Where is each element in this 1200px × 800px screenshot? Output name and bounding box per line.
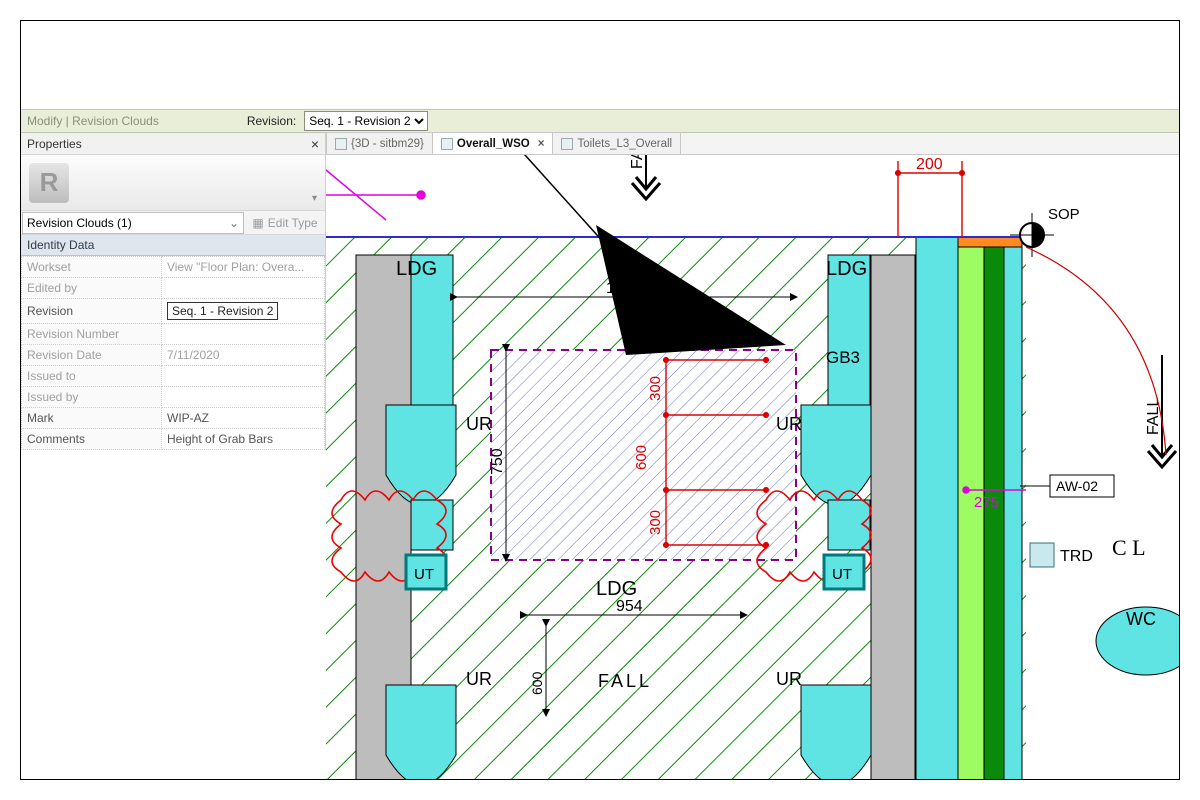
label: UR — [466, 414, 492, 434]
wall — [871, 255, 915, 779]
centerline-icon: C L — [1112, 535, 1146, 560]
dim-text: 954 — [616, 598, 643, 615]
property-row[interactable]: Issued to — [22, 366, 325, 387]
chevron-down-icon: ⌄ — [229, 216, 239, 230]
property-value[interactable] — [162, 387, 325, 408]
property-value[interactable]: Seq. 1 - Revision 2 — [162, 299, 325, 324]
property-row[interactable]: MarkWIP-AZ — [22, 408, 325, 429]
label: UT — [832, 566, 852, 583]
ribbon-bar: Modify | Revision Clouds Revision: Seq. … — [21, 109, 1179, 133]
property-row[interactable]: Edited by — [22, 278, 325, 299]
revision-label: Revision: — [247, 114, 296, 128]
properties-panel: Properties × R ▾ Revision Clouds (1) ⌄ ▦… — [21, 133, 326, 450]
ledge — [411, 500, 453, 550]
label: UR — [776, 669, 802, 689]
view-tab[interactable]: Toilets_L3_Overall — [552, 132, 681, 154]
close-icon[interactable]: × — [311, 136, 319, 152]
view-tab-label: Toilets_L3_Overall — [577, 138, 672, 150]
wall-layer — [916, 237, 958, 779]
revision-dropdown[interactable]: Seq. 1 - Revision 2 — [304, 111, 428, 131]
label: WC — [1126, 609, 1156, 629]
label: UR — [466, 669, 492, 689]
category-header: Identity Data — [21, 235, 325, 256]
label: TRD — [1060, 548, 1093, 565]
tag-text: AW-02 — [1056, 478, 1098, 494]
svg-text:FALL: FALL — [1145, 398, 1162, 435]
drawing-canvas[interactable]: 200 1200 750 300 600 300 954 60 — [326, 155, 1179, 779]
view-tab[interactable]: {3D - sitbm29} — [326, 132, 433, 154]
properties-title: Properties — [27, 137, 82, 151]
property-key: Mark — [22, 408, 162, 429]
leader-line — [516, 155, 606, 245]
view-icon — [335, 138, 347, 150]
label: GB3 — [826, 348, 860, 367]
property-key: Edited by — [22, 278, 162, 299]
property-row[interactable]: WorksetView "Floor Plan: Overa... — [22, 257, 325, 278]
context-label: Modify | Revision Clouds — [27, 114, 159, 128]
property-row[interactable]: Revision Number — [22, 324, 325, 345]
view-tab-label: {3D - sitbm29} — [351, 138, 424, 150]
property-row[interactable]: Revision Date7/11/2020 — [22, 345, 325, 366]
close-icon[interactable]: × — [538, 138, 545, 150]
label: LDG — [826, 258, 867, 280]
property-value[interactable] — [162, 366, 325, 387]
selection-combo[interactable]: Revision Clouds (1) ⌄ — [22, 212, 244, 234]
property-value[interactable]: View "Floor Plan: Overa... — [162, 257, 325, 278]
view-icon — [441, 138, 453, 150]
label: SOP — [1048, 206, 1080, 223]
wall-cap — [958, 237, 1022, 247]
view-icon — [561, 138, 573, 150]
type-selector-thumb[interactable]: R ▾ — [21, 155, 325, 211]
property-value[interactable]: 7/11/2020 — [162, 345, 325, 366]
label: FALL — [598, 671, 652, 691]
property-key: Issued by — [22, 387, 162, 408]
view-tab[interactable]: Overall_WSO × — [432, 132, 554, 154]
property-key: Revision Number — [22, 324, 162, 345]
edit-type-button[interactable]: ▦ Edit Type — [245, 216, 325, 230]
label: UT — [414, 566, 434, 583]
property-value[interactable]: Height of Grab Bars — [162, 429, 325, 450]
property-row[interactable]: RevisionSeq. 1 - Revision 2 — [22, 299, 325, 324]
view-tabs: {3D - sitbm29} Overall_WSO × Toilets_L3_Ove… — [326, 133, 1179, 155]
dim-text: 200 — [916, 156, 943, 173]
view-tab-label: Overall_WSO — [457, 138, 530, 150]
dim-text: 275 — [974, 494, 999, 511]
dim-text: 300 — [647, 510, 664, 535]
edit-type-icon: ▦ — [252, 216, 263, 230]
trd-box — [1030, 543, 1054, 567]
chevron-down-icon[interactable]: ▾ — [312, 193, 317, 204]
property-row[interactable]: CommentsHeight of Grab Bars — [22, 429, 325, 450]
dim-text: 300 — [647, 376, 664, 401]
svg-text:FALL: FALL — [629, 155, 646, 169]
property-key: Revision — [22, 299, 162, 324]
dim-text: 600 — [529, 671, 545, 695]
revit-logo-icon: R — [29, 163, 69, 203]
property-key: Revision Date — [22, 345, 162, 366]
property-key: Comments — [22, 429, 162, 450]
property-row[interactable]: Issued by — [22, 387, 325, 408]
dim-text: 600 — [633, 445, 650, 470]
fall-arrow-icon: FALL — [629, 155, 660, 199]
property-value[interactable] — [162, 324, 325, 345]
label: UR — [776, 414, 802, 434]
property-value[interactable] — [162, 278, 325, 299]
property-value[interactable]: WIP-AZ — [162, 408, 325, 429]
property-key: Workset — [22, 257, 162, 278]
selection-text: Revision Clouds (1) — [27, 216, 132, 230]
property-grid: WorksetView "Floor Plan: Overa...Edited … — [21, 256, 325, 450]
label: LDG — [596, 578, 637, 600]
property-key: Issued to — [22, 366, 162, 387]
wall-layer — [1004, 237, 1022, 779]
edit-type-label: Edit Type — [268, 216, 318, 230]
dim-text: 750 — [489, 448, 506, 475]
label: LDG — [396, 258, 437, 280]
